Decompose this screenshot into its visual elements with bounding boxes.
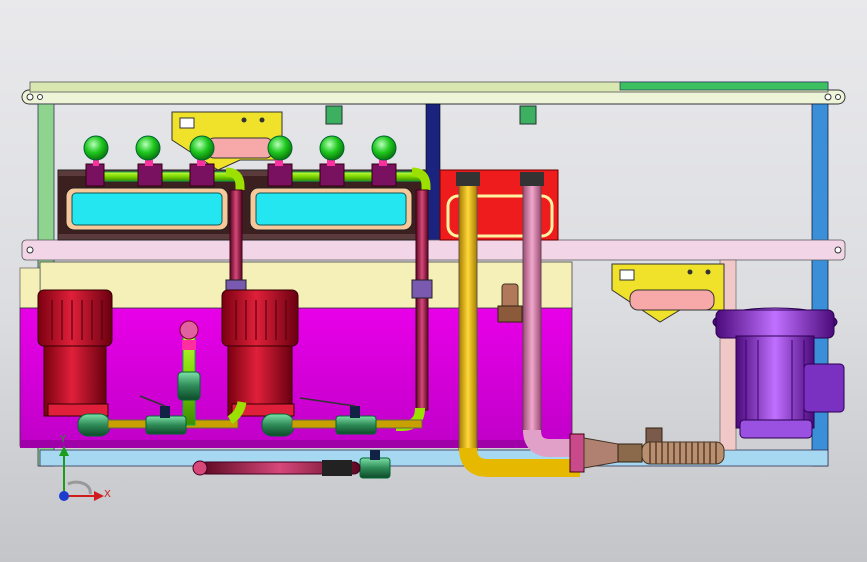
vertical-valve[interactable] — [177, 371, 201, 401]
pressure-gauge-6[interactable] — [371, 135, 397, 187]
mounting-bracket-right — [611, 263, 725, 323]
pump-motor-left[interactable] — [37, 289, 113, 437]
cad-viewport[interactable]: X Y — [0, 0, 867, 562]
pressure-gauge-5[interactable] — [319, 135, 345, 187]
assembly-drawing — [19, 81, 846, 501]
flex-hose — [641, 441, 725, 465]
check-valve[interactable] — [497, 283, 523, 323]
x-axis-label: X — [104, 489, 111, 500]
pressure-gauge-4[interactable] — [267, 135, 293, 187]
drain-line — [192, 460, 361, 476]
pressure-gauge-2[interactable] — [135, 135, 163, 187]
pressure-gauge-1[interactable] — [83, 135, 109, 187]
mounting-bracket-left — [171, 105, 537, 171]
y-axis-label: Y — [60, 434, 67, 445]
